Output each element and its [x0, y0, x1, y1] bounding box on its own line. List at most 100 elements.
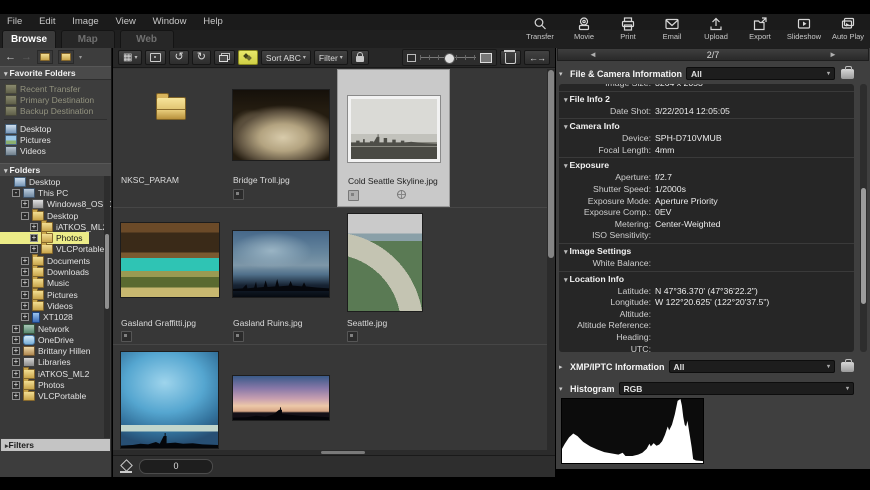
- scrollbar-thumb[interactable]: [105, 234, 109, 309]
- image-basket-icon[interactable]: [120, 461, 132, 473]
- new-folder-button[interactable]: [37, 50, 53, 64]
- scrollbar-thumb[interactable]: [548, 70, 554, 258]
- favorite-pictures[interactable]: Pictures: [0, 134, 111, 145]
- xmp-iptc-header[interactable]: XMP/IPTC Information All: [559, 358, 854, 374]
- vertical-scrollbar[interactable]: [547, 69, 555, 455]
- tree-item-videos[interactable]: + Videos: [0, 298, 80, 311]
- favorite-recent-transfer[interactable]: Recent Transfer: [0, 83, 111, 94]
- favorite-videos[interactable]: Videos: [0, 145, 111, 156]
- privacy-case-icon[interactable]: [841, 65, 854, 79]
- tree-item-documents[interactable]: + Documents: [0, 253, 97, 266]
- expander-icon[interactable]: +: [30, 245, 38, 254]
- tab-browse[interactable]: Browse: [2, 30, 56, 48]
- thumbnail-bridge-troll[interactable]: Bridge Troll.jpg: [230, 69, 342, 207]
- favorite-primary-destination[interactable]: Primary Destination: [0, 94, 111, 105]
- meta-group-file-info-2[interactable]: File Info 2: [559, 90, 854, 106]
- zoom-out-icon[interactable]: [407, 53, 416, 62]
- filters-header[interactable]: Filters: [1, 439, 110, 451]
- compare-button[interactable]: [524, 50, 550, 65]
- view-mode-button[interactable]: ▾: [118, 50, 143, 65]
- folder-options-button[interactable]: [58, 50, 74, 64]
- meta-group-location-info[interactable]: Location Info: [559, 270, 854, 286]
- inspector-scrollbar[interactable]: [860, 84, 867, 352]
- rotate-left-button[interactable]: [169, 50, 189, 65]
- zoom-in-icon[interactable]: [480, 52, 492, 63]
- expander-icon[interactable]: +: [21, 279, 29, 288]
- scrollbar-thumb[interactable]: [321, 451, 365, 454]
- menu-help[interactable]: Help: [196, 14, 230, 30]
- thumbnail-blue-skyline[interactable]: [118, 345, 230, 455]
- folders-header[interactable]: Folders: [0, 163, 111, 177]
- menu-image[interactable]: Image: [65, 14, 105, 30]
- tab-map[interactable]: Map: [60, 30, 115, 48]
- histogram-channel-dropdown[interactable]: RGB: [618, 382, 854, 395]
- thumbnail-gasland-graffitti[interactable]: Gasland Graffitti.jpg: [118, 208, 230, 344]
- next-image-button[interactable]: ►: [798, 50, 868, 59]
- stack-button[interactable]: [213, 50, 235, 65]
- tree-item-vlcportable[interactable]: + VLCPortable: [0, 242, 111, 255]
- tree-item-downloads[interactable]: + Downloads: [0, 265, 96, 278]
- tree-item-iatkos-ml2[interactable]: + iATKOS_ML2: [0, 219, 111, 232]
- expander-icon[interactable]: +: [12, 392, 20, 401]
- sort-button[interactable]: Sort ABC ▾: [260, 50, 311, 65]
- expander-icon[interactable]: +: [30, 234, 38, 243]
- tree-item-onedrive[interactable]: + OneDrive: [0, 334, 81, 345]
- tree-item-music[interactable]: + Music: [0, 276, 76, 289]
- favorite-folders-header[interactable]: Favorite Folders: [0, 66, 111, 80]
- previous-image-button[interactable]: ◄: [558, 50, 628, 59]
- autoplay-button[interactable]: Auto Play: [830, 15, 866, 41]
- tree-item-iatkos-ml2-2[interactable]: + iATKOS_ML2: [0, 366, 96, 379]
- expander-icon[interactable]: +: [30, 222, 38, 231]
- tree-item-pictures[interactable]: + Pictures: [0, 287, 85, 300]
- forward-button[interactable]: [21, 51, 32, 63]
- expander-icon[interactable]: +: [12, 347, 20, 356]
- privacy-case-icon[interactable]: [841, 358, 854, 372]
- expander-icon[interactable]: +: [21, 268, 29, 277]
- expander-icon[interactable]: -: [21, 211, 29, 220]
- tree-item-network[interactable]: + Network: [0, 323, 76, 334]
- xmp-filter-dropdown[interactable]: All: [668, 360, 835, 373]
- tree-item-windows8-os[interactable]: + Windows8_OS (C:): [0, 199, 111, 210]
- tab-web[interactable]: Web: [119, 30, 174, 48]
- file-camera-info-header[interactable]: File & Camera Information All: [559, 65, 854, 81]
- menu-file[interactable]: File: [0, 14, 29, 30]
- thumbnail-seattle[interactable]: Seattle.jpg: [337, 208, 450, 344]
- scrollbar-thumb[interactable]: [861, 188, 866, 304]
- thumbnail-sunset-skyline[interactable]: [230, 345, 342, 455]
- privacy-button[interactable]: [350, 50, 369, 65]
- expander-icon[interactable]: +: [21, 200, 29, 209]
- slideshow-button[interactable]: Slideshow: [786, 15, 822, 41]
- expander-icon[interactable]: +: [21, 313, 29, 322]
- thumbnail-size-button[interactable]: [145, 50, 167, 65]
- thumbnail-gasland-ruins[interactable]: Gasland Ruins.jpg: [230, 208, 342, 344]
- print-button[interactable]: Print: [610, 15, 646, 41]
- filter-button[interactable]: Filter ▾: [313, 50, 348, 65]
- menu-window[interactable]: Window: [146, 14, 194, 30]
- tag-button[interactable]: [237, 50, 258, 65]
- zoom-slider[interactable]: [420, 53, 476, 64]
- delete-button[interactable]: [500, 50, 521, 65]
- expander-icon[interactable]: +: [21, 301, 29, 310]
- favorite-desktop[interactable]: Desktop: [0, 123, 111, 134]
- meta-group-exposure[interactable]: Exposure: [559, 157, 854, 172]
- histogram-header[interactable]: Histogram RGB: [559, 381, 854, 396]
- menu-edit[interactable]: Edit: [32, 14, 62, 30]
- tree-item-desktop[interactable]: Desktop: [0, 176, 67, 187]
- rotate-right-button[interactable]: [191, 50, 211, 65]
- movie-button[interactable]: Movie: [566, 15, 602, 41]
- zoom-slider-thumb[interactable]: [444, 53, 455, 64]
- tree-item-xt1028[interactable]: + XT1028: [0, 311, 80, 323]
- tree-item-photos-2[interactable]: + Photos: [0, 377, 71, 390]
- menu-view[interactable]: View: [108, 14, 142, 30]
- expander-icon[interactable]: -: [12, 188, 20, 197]
- tree-item-brittany-hillen[interactable]: + Brittany Hillen: [0, 345, 97, 357]
- expander-icon[interactable]: +: [21, 290, 29, 299]
- export-button[interactable]: Export: [742, 15, 778, 41]
- tree-scrollbar[interactable]: [104, 176, 110, 438]
- email-button[interactable]: Email: [654, 15, 690, 41]
- thumbnail-cold-seattle-skyline[interactable]: Cold Seattle Skyline.jpg: [337, 69, 450, 207]
- tree-item-this-pc[interactable]: - This PC: [0, 187, 75, 198]
- expander-icon[interactable]: +: [12, 380, 20, 389]
- favorite-backup-destination[interactable]: Backup Destination: [0, 105, 111, 116]
- expander-icon[interactable]: +: [12, 335, 20, 344]
